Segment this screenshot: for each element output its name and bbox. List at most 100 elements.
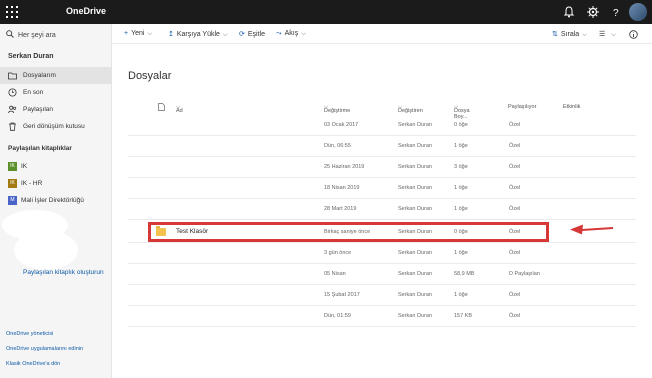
main-content: Dosyalar Ad ⌵ Değiştirme ⌵ Değiştiren ⌵ …: [112, 44, 652, 378]
library-item-ik-hr[interactable]: IK IK - HR: [0, 176, 112, 191]
app-title[interactable]: OneDrive: [66, 6, 106, 16]
cell-modified: 03 Ocak 2017: [324, 122, 359, 128]
table-row[interactable]: Dün, 06:55 Serkan Duran 1 öğe Özel: [128, 136, 636, 157]
cell-size: 1 öğe: [454, 292, 468, 298]
user-name: Serkan Duran: [8, 53, 54, 60]
column-name[interactable]: Ad ⌵: [176, 104, 183, 114]
clock-icon: [8, 88, 17, 97]
table-row[interactable]: 03 Ocak 2017 Serkan Duran 0 öğe Özel: [128, 115, 636, 136]
cell-modified-by: Serkan Duran: [398, 185, 432, 191]
table-row[interactable]: 25 Haziran 2019 Serkan Duran 3 öğe Özel: [128, 157, 636, 178]
library-item-mali-isler[interactable]: M Mali İşler Direktörlüğü: [0, 193, 112, 208]
avatar[interactable]: [629, 3, 647, 21]
cell-modified: Dün, 01:59: [324, 313, 351, 319]
column-modified[interactable]: Değiştirme ⌵: [324, 104, 350, 114]
cell-modified-by: Serkan Duran: [398, 250, 432, 256]
file-list-header: Ad ⌵ Değiştirme ⌵ Değiştiren ⌵ Dosya Boy…: [112, 100, 652, 120]
info-button[interactable]: [629, 30, 638, 41]
upload-button[interactable]: ↥ Karşıya Yükle ⌵: [168, 30, 228, 39]
cell-modified-by: Serkan Duran: [398, 292, 432, 298]
sync-button[interactable]: ⟳ Eşitle: [239, 30, 265, 38]
table-row[interactable]: 15 Şubat 2017 Serkan Duran 1 öğe Özel: [128, 285, 636, 306]
cell-sharing: Özel: [509, 185, 521, 191]
footer-link-classic[interactable]: Klasik OneDrive'a dön: [6, 361, 60, 367]
command-bar: + Yeni ⌵ ↥ Karşıya Yükle ⌵ ⟳ Eşitle ⤳ Akış ⌵ ⇅ S…: [112, 24, 652, 44]
sidebar-item-my-files[interactable]: Dosyalarım: [0, 67, 112, 84]
upload-icon: ↥: [168, 31, 174, 38]
highlight-box: [148, 222, 549, 242]
cell-modified: 28 Mart 2019: [324, 206, 357, 212]
cell-sharing: Özel: [509, 313, 521, 319]
chevron-down-icon: ⌵: [301, 31, 306, 37]
cell-modified-by: Serkan Duran: [398, 271, 432, 277]
cell-sharing: Özel: [509, 292, 521, 298]
shared-libraries-header: Paylaşılan kitaplıklar: [8, 145, 72, 152]
sort-icon: ⇅: [552, 31, 558, 38]
flow-button[interactable]: ⤳ Akış ⌵: [276, 30, 306, 38]
footer-link-apps[interactable]: OneDrive uygulamalarını edinin: [6, 346, 83, 352]
sidebar-item-recycle-bin[interactable]: Geri dönüşüm kutusu: [0, 118, 112, 135]
cell-modified: 3 gün önce: [324, 250, 352, 256]
cell-size: 58,9 MB: [454, 271, 475, 277]
help-icon[interactable]: ?: [609, 5, 623, 19]
sidebar-item-label: En son: [23, 89, 44, 96]
gear-icon[interactable]: [586, 5, 600, 19]
cell-modified-by: Serkan Duran: [398, 313, 432, 319]
cell-sharing: Özel: [509, 122, 521, 128]
chevron-down-icon: ⌵: [147, 31, 153, 37]
search-box[interactable]: Her şeyi ara: [6, 30, 56, 42]
cell-modified-by: Serkan Duran: [398, 143, 432, 149]
cell-size: 0 öğe: [454, 122, 468, 128]
cell-size: 1 öğe: [454, 206, 468, 212]
cell-modified-by: Serkan Duran: [398, 206, 432, 212]
table-row[interactable]: 3 gün önce Serkan Duran 1 öğe Özel: [128, 243, 636, 264]
cell-modified: 25 Haziran 2019: [324, 164, 365, 170]
cell-sharing: Özel: [509, 143, 521, 149]
new-button[interactable]: + Yeni ⌵: [124, 30, 152, 38]
create-library-link[interactable]: Paylaşılan kitaplık oluşturun: [23, 269, 104, 276]
bell-icon[interactable]: [562, 5, 576, 19]
cell-sharing: Özel: [509, 250, 521, 256]
search-placeholder: Her şeyi ara: [18, 32, 56, 39]
table-row[interactable]: Dün, 01:59 Serkan Duran 157 KB Özel: [128, 306, 636, 327]
search-icon: [6, 30, 14, 38]
cell-modified-by: Serkan Duran: [398, 164, 432, 170]
cell-size: 3 öğe: [454, 164, 468, 170]
view-options-button[interactable]: ☰ ⌵: [599, 30, 616, 39]
list-view-icon: ☰: [599, 31, 606, 38]
sync-icon: ⟳: [239, 31, 245, 38]
sidebar-item-label: Dosyalarım: [23, 72, 56, 79]
table-row[interactable]: 05 Nisan Serkan Duran 58,9 MB D Paylaşıl…: [128, 264, 636, 285]
footer-link-admin[interactable]: OneDrive yöneticisi: [6, 331, 53, 337]
sidebar: Her şeyi ara Serkan Duran Dosyalarım En …: [0, 24, 112, 378]
chevron-down-icon: ⌵: [611, 32, 616, 38]
sidebar-item-shared[interactable]: Paylaşılan: [0, 101, 112, 118]
cell-size: 1 öğe: [454, 185, 468, 191]
cell-modified: 15 Şubat 2017: [324, 292, 360, 298]
library-label: Mali İşler Direktörlüğü: [21, 197, 84, 204]
plus-icon: +: [124, 30, 129, 37]
cell-size: 157 KB: [454, 313, 473, 319]
cell-modified-by: Serkan Duran: [398, 122, 432, 128]
cell-sharing: Özel: [509, 164, 521, 170]
cell-modified: 05 Nisan: [324, 271, 346, 277]
cell-size: 1 öğe: [454, 143, 468, 149]
column-activity[interactable]: Etkinlik: [563, 104, 580, 110]
column-sharing[interactable]: Paylaşılıyor: [508, 104, 536, 110]
chevron-down-icon: ⌵: [582, 32, 587, 38]
column-modified-by[interactable]: Değiştiren ⌵: [398, 104, 423, 114]
table-row[interactable]: 28 Mart 2019 Serkan Duran 1 öğe Özel: [128, 199, 636, 220]
app-launcher-icon[interactable]: [6, 6, 18, 18]
redacted-area: [14, 230, 78, 270]
page-title: Dosyalar: [128, 70, 172, 82]
table-row[interactable]: 18 Nisan 2019 Serkan Duran 1 öğe Özel: [128, 178, 636, 199]
column-size[interactable]: Dosya Boy... ⌵: [454, 104, 470, 120]
sort-button[interactable]: ⇅ Sırala ⌵: [552, 30, 587, 39]
sidebar-item-label: Paylaşılan: [23, 106, 53, 113]
sidebar-item-recent[interactable]: En son: [0, 84, 112, 101]
library-badge: IK: [8, 179, 17, 188]
info-icon: [629, 30, 638, 39]
sidebar-item-label: Geri dönüşüm kutusu: [23, 123, 85, 130]
library-item-ik[interactable]: IK IK: [0, 159, 112, 174]
cell-modified: 18 Nisan 2019: [324, 185, 360, 191]
